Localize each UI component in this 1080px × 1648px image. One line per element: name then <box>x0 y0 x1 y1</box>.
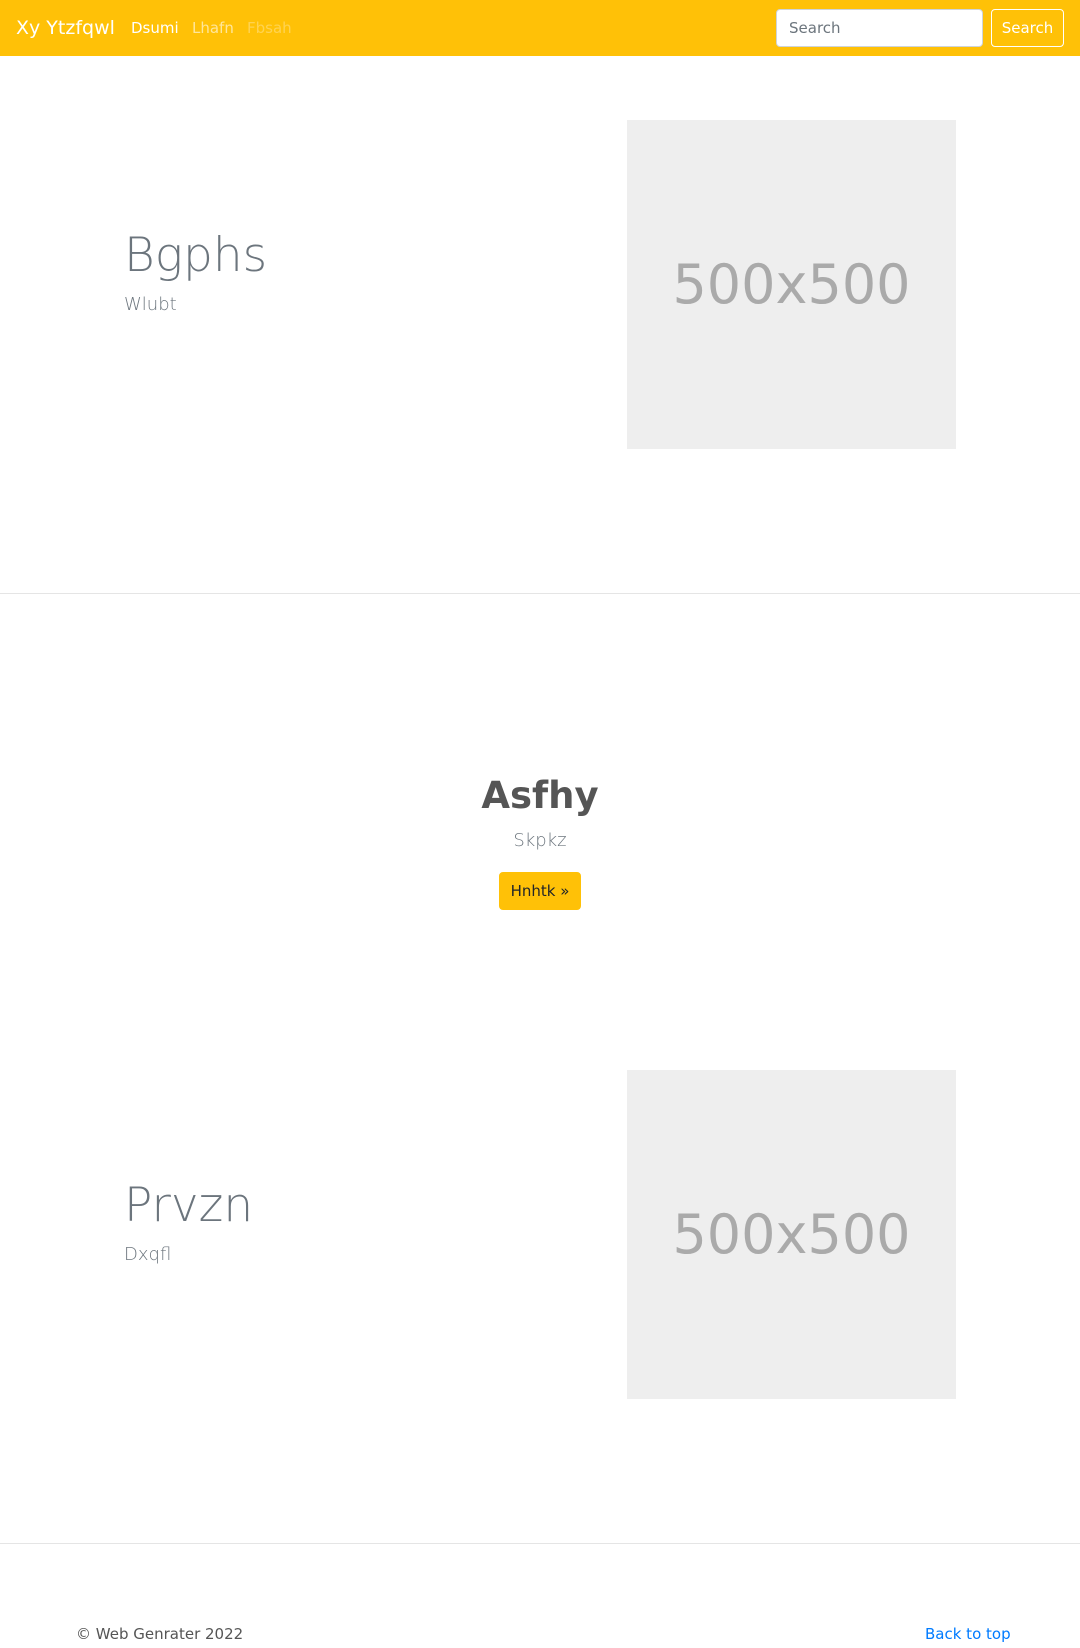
feature-image-placeholder: 500x500 <box>627 120 956 449</box>
search-button[interactable]: Search <box>991 9 1064 47</box>
featurette-divider <box>0 1543 1080 1544</box>
feature-heading: Prvzn <box>124 1178 254 1233</box>
nav-link-lhafn[interactable]: Lhafn <box>192 18 234 38</box>
featurette-divider <box>0 593 1080 594</box>
search-input[interactable] <box>776 9 983 47</box>
nav-link-dsumi[interactable]: Dsumi <box>131 18 179 38</box>
footer-copyright: © Web Genrater 2022 <box>76 1625 244 1643</box>
brand-logo[interactable]: Xy Ytzfqwl <box>16 15 115 41</box>
placeholder-label: 500x500 <box>672 1203 911 1266</box>
cta-button[interactable]: Hnhtk » <box>499 872 581 910</box>
feature-lead: Dxqfl <box>124 1244 172 1265</box>
section-subheading: Skpkz <box>513 830 567 851</box>
placeholder-label: 500x500 <box>672 253 911 316</box>
section-heading: Asfhy <box>481 774 599 817</box>
navbar: Xy Ytzfqwl Dsumi Lhafn Fbsah Search <box>0 0 1080 56</box>
nav-link-fbsah: Fbsah <box>247 19 292 37</box>
back-to-top-link[interactable]: Back to top <box>925 1624 1011 1644</box>
feature-lead: Wlubt <box>124 294 177 315</box>
feature-image-placeholder: 500x500 <box>627 1070 956 1399</box>
feature-heading: Bgphs <box>124 228 268 283</box>
